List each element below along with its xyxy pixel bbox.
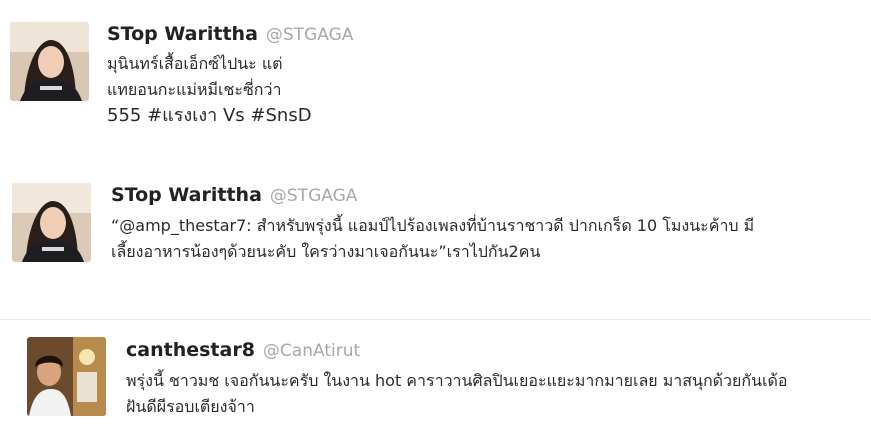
tweet-header: STop Warittha @STGAGA [107,23,353,45]
avatar[interactable] [12,183,91,262]
tweet-header: canthestar8 @CanAtirut [126,339,360,361]
tweet-text: มุนินทร์เสื้อเอ็กซ์ไปนะ แต่ แทยอนกะแม่หม… [107,51,312,129]
tweet-text-line: แทยอนกะแม่หมีเชะซี่กว่า [107,80,282,99]
tweet-text-line: เลี้ยงอาหารน้องๆด้วยนะคับ ใครว่างมาเจอกั… [111,242,541,261]
tweet-divider [0,319,871,320]
tweet-text-line: ฝันดีผีรอบเตียงจ้าา [126,397,255,416]
avatar[interactable] [27,337,106,416]
tweet-text-line: มุนินทร์เสื้อเอ็กซ์ไปนะ แต่ [107,54,283,73]
author-name[interactable]: STop Warittha [111,184,262,206]
tweet-text: พรุ่งนี้ ชาวมช เจอกันนะครับ ในงาน hot คา… [126,368,787,420]
avatar-image [12,183,91,262]
avatar-image [10,22,89,101]
author-name[interactable]: STop Warittha [107,23,258,45]
author-handle[interactable]: @CanAtirut [263,341,360,361]
tweet-text-line: 555 #แรงเงา Vs #SnsD [107,105,312,126]
tweet-text-line: พรุ่งนี้ ชาวมช เจอกันนะครับ ในงาน hot คา… [126,371,788,390]
author-handle[interactable]: @STGAGA [266,25,353,45]
avatar[interactable] [10,22,89,101]
tweet-text: “@amp_thestar7: สำหรับพรุ่งนี้ แอมป์ไปร้… [111,213,754,265]
tweet-text-line: “@amp_thestar7: สำหรับพรุ่งนี้ แอมป์ไปร้… [111,216,755,235]
tweet-header: STop Warittha @STGAGA [111,184,357,206]
avatar-image [27,337,106,416]
author-handle[interactable]: @STGAGA [270,186,357,206]
author-name[interactable]: canthestar8 [126,339,255,361]
